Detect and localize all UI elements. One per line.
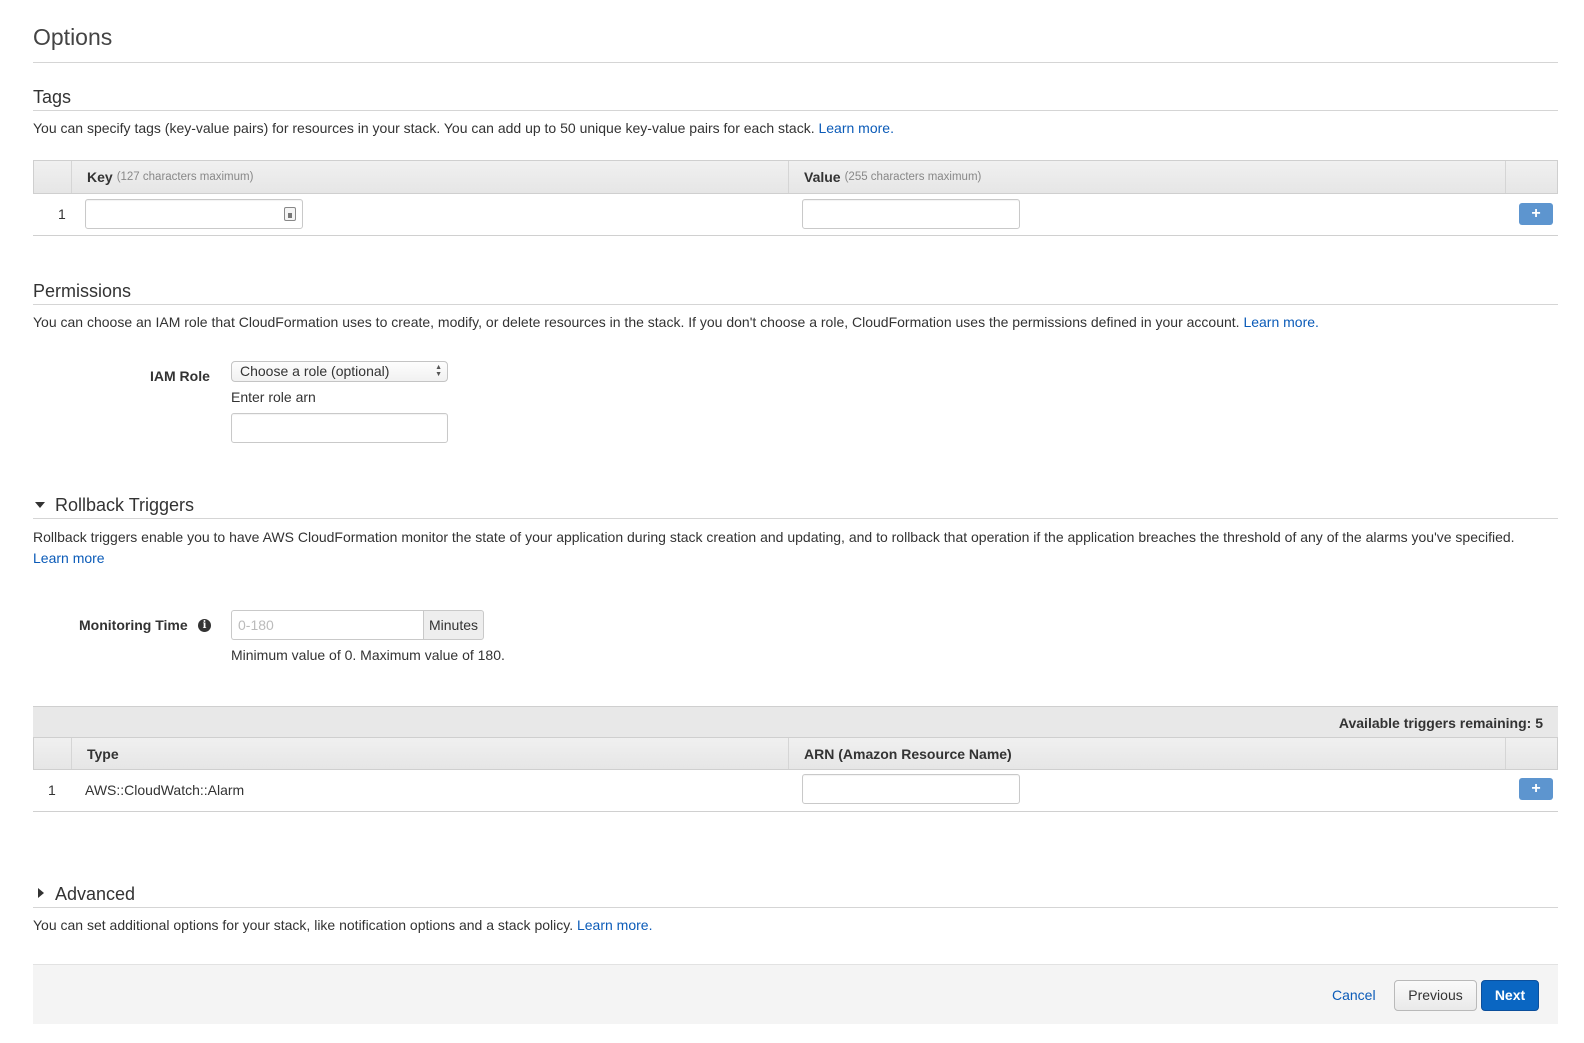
monitoring-time-input[interactable]: 0-180: [231, 610, 424, 640]
divider: [33, 304, 1558, 305]
previous-button[interactable]: Previous: [1394, 980, 1477, 1011]
index-column-header: [33, 738, 71, 769]
actions-column-header: [1505, 738, 1558, 769]
divider: [33, 110, 1558, 111]
permissions-description: You can choose an IAM role that CloudFor…: [33, 314, 1319, 330]
trigger-type: AWS::CloudWatch::Alarm: [85, 782, 245, 798]
iam-role-label: IAM Role: [150, 368, 210, 384]
iam-role-select[interactable]: Choose a role (optional) ▲ ▼: [231, 361, 448, 382]
row-index: 1: [58, 206, 66, 222]
divider: [33, 518, 1558, 519]
advanced-section-title[interactable]: Advanced: [55, 884, 135, 905]
role-arn-input[interactable]: [231, 413, 448, 443]
key-autofill-icon: [284, 207, 296, 221]
next-button[interactable]: Next: [1481, 980, 1539, 1011]
advanced-collapsed-caret-icon[interactable]: [38, 888, 44, 898]
triggers-table-header: Type ARN (Amazon Resource Name): [33, 737, 1558, 770]
iam-role-select-value: Choose a role (optional): [240, 363, 390, 379]
actions-column-header: [1505, 161, 1558, 193]
add-trigger-button[interactable]: +: [1519, 778, 1553, 800]
divider: [33, 62, 1558, 63]
value-header-hint: (255 characters maximum): [844, 171, 982, 183]
triggers-remaining: Available triggers remaining: 5: [1338, 715, 1543, 731]
wizard-footer: Cancel Previous Next: [33, 964, 1558, 1024]
divider: [33, 907, 1558, 908]
enter-role-arn-label: Enter role arn: [231, 389, 316, 405]
add-tag-button[interactable]: +: [1519, 203, 1553, 225]
triggers-summary-bar: Available triggers remaining: 5: [33, 706, 1558, 738]
tag-key-input[interactable]: [85, 199, 303, 229]
advanced-description: You can set additional options for your …: [33, 917, 652, 933]
info-icon[interactable]: i: [198, 619, 211, 632]
key-header-label: Key: [87, 169, 113, 185]
rollback-section-title[interactable]: Rollback Triggers: [55, 495, 194, 516]
tags-table-header: Key (127 characters maximum) Value (255 …: [33, 160, 1558, 194]
monitoring-time-label: Monitoring Time: [79, 617, 188, 633]
tags-description: You can specify tags (key-value pairs) f…: [33, 120, 894, 136]
tags-description-text: You can specify tags (key-value pairs) f…: [33, 120, 815, 136]
monitoring-time-unit: Minutes: [423, 610, 484, 640]
tags-section-title: Tags: [33, 87, 72, 107]
advanced-learn-more-link[interactable]: Learn more.: [577, 917, 652, 933]
page-title: Options: [33, 24, 113, 50]
trigger-arn-input[interactable]: [802, 774, 1020, 804]
cancel-link[interactable]: Cancel: [1332, 987, 1376, 1003]
tags-table: Key (127 characters maximum) Value (255 …: [33, 160, 1558, 236]
arn-column-header: ARN (Amazon Resource Name): [788, 738, 1505, 769]
monitoring-time-help: Minimum value of 0. Maximum value of 180…: [231, 647, 505, 663]
key-header-hint: (127 characters maximum): [116, 171, 254, 183]
advanced-description-text: You can set additional options for your …: [33, 917, 574, 933]
tag-value-input[interactable]: [802, 199, 1020, 229]
rollback-triggers-table: Available triggers remaining: 5 Type ARN…: [33, 706, 1558, 812]
permissions-section-title: Permissions: [33, 281, 132, 301]
rollback-expanded-caret-icon[interactable]: [35, 502, 45, 508]
select-arrows-icon: ▲ ▼: [435, 364, 442, 378]
index-column-header: [33, 161, 71, 193]
key-column-header: Key (127 characters maximum): [71, 161, 788, 193]
value-column-header: Value (255 characters maximum): [788, 161, 1505, 193]
type-column-header: Type: [71, 738, 788, 769]
permissions-learn-more-link[interactable]: Learn more.: [1243, 314, 1318, 330]
rollback-description: Rollback triggers enable you to have AWS…: [33, 529, 1515, 545]
table-row: 1 AWS::CloudWatch::Alarm +: [33, 770, 1558, 812]
rollback-learn-more-link[interactable]: Learn more: [33, 550, 105, 566]
tags-learn-more-link[interactable]: Learn more.: [818, 120, 893, 136]
table-row: 1 +: [33, 194, 1558, 236]
value-header-label: Value: [804, 169, 841, 185]
row-index: 1: [48, 782, 56, 798]
permissions-description-text: You can choose an IAM role that CloudFor…: [33, 314, 1240, 330]
